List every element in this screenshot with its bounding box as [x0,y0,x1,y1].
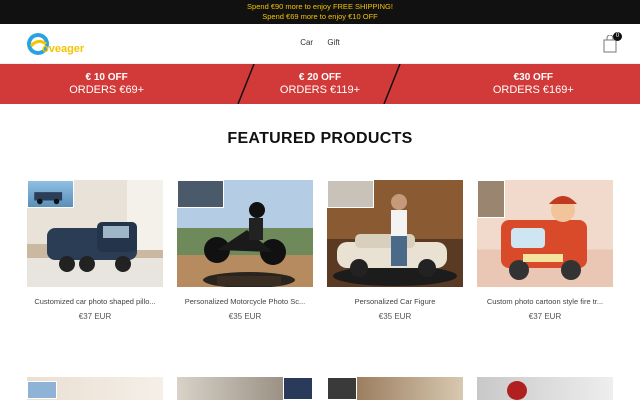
cart-button[interactable]: 0 [602,32,622,53]
promo-banner: € 10 OFF ORDERS €69+ € 20 OFF ORDERS €11… [0,64,640,104]
product-card[interactable]: Custom photo cartoon style fire tr... €3… [477,180,613,321]
product-name[interactable]: Custom photo cartoon style fire tr... [477,297,613,307]
product-name[interactable]: Customized car photo shaped pillo... [27,297,163,307]
promo-offer-1: € 10 OFF ORDERS €69+ [0,64,213,104]
product-image[interactable] [27,180,163,287]
product-price: €37 EUR [528,312,562,321]
reference-photo-inset [327,377,357,400]
promo-offer-1-threshold: ORDERS €69+ [69,84,145,96]
promo-divider [237,64,255,104]
nav-item-gift[interactable]: Gift [327,38,339,47]
section-title: FEATURED PRODUCTS [227,130,413,147]
reference-photo-inset [283,377,313,400]
reference-photo-inset [177,180,224,208]
promo-offer-3-threshold: ORDERS €169+ [492,84,574,96]
product-card-partial[interactable] [327,377,463,400]
announcement-line-2: Spend €69 more to enjoy €10 OFF [262,12,378,21]
reference-photo-inset [27,180,74,208]
site-header: oveager Car Gift 0 [0,24,640,64]
promo-divider [383,64,401,104]
product-image[interactable] [477,180,613,287]
product-name[interactable]: Personalized Car Figure [327,297,463,307]
product-card-partial[interactable] [477,377,613,400]
cart-count-badge: 0 [613,32,622,41]
product-card[interactable]: Personalized Car Figure €35 EUR [327,180,463,321]
product-name[interactable]: Personalized Motorcycle Photo Sc... [177,297,313,307]
promo-offer-1-amount: € 10 OFF [85,72,128,83]
nav-item-car[interactable]: Car [300,38,313,47]
promo-offer-3: €30 OFF ORDERS €169+ [427,64,640,104]
announcement-line-1: Spend €90 more to enjoy FREE SHIPPING! [247,2,393,11]
product-price: €35 EUR [378,312,412,321]
product-image-detail [507,381,527,400]
reference-photo-inset [27,381,57,399]
main-nav: Car Gift [0,38,640,47]
promo-offer-3-amount: €30 OFF [513,72,554,83]
product-card[interactable]: Customized car photo shaped pillo... €37… [27,180,163,321]
reference-photo-inset [327,180,374,208]
reference-photo-inset [477,180,505,218]
announcement-bar: Spend €90 more to enjoy FREE SHIPPING! S… [0,0,640,24]
product-price: €37 EUR [78,312,112,321]
product-card[interactable]: Personalized Motorcycle Photo Sc... €35 … [177,180,313,321]
product-image[interactable] [177,180,313,287]
product-card-partial[interactable] [177,377,313,400]
product-price: €35 EUR [228,312,262,321]
product-image[interactable] [327,180,463,287]
product-card-partial[interactable] [27,377,163,400]
